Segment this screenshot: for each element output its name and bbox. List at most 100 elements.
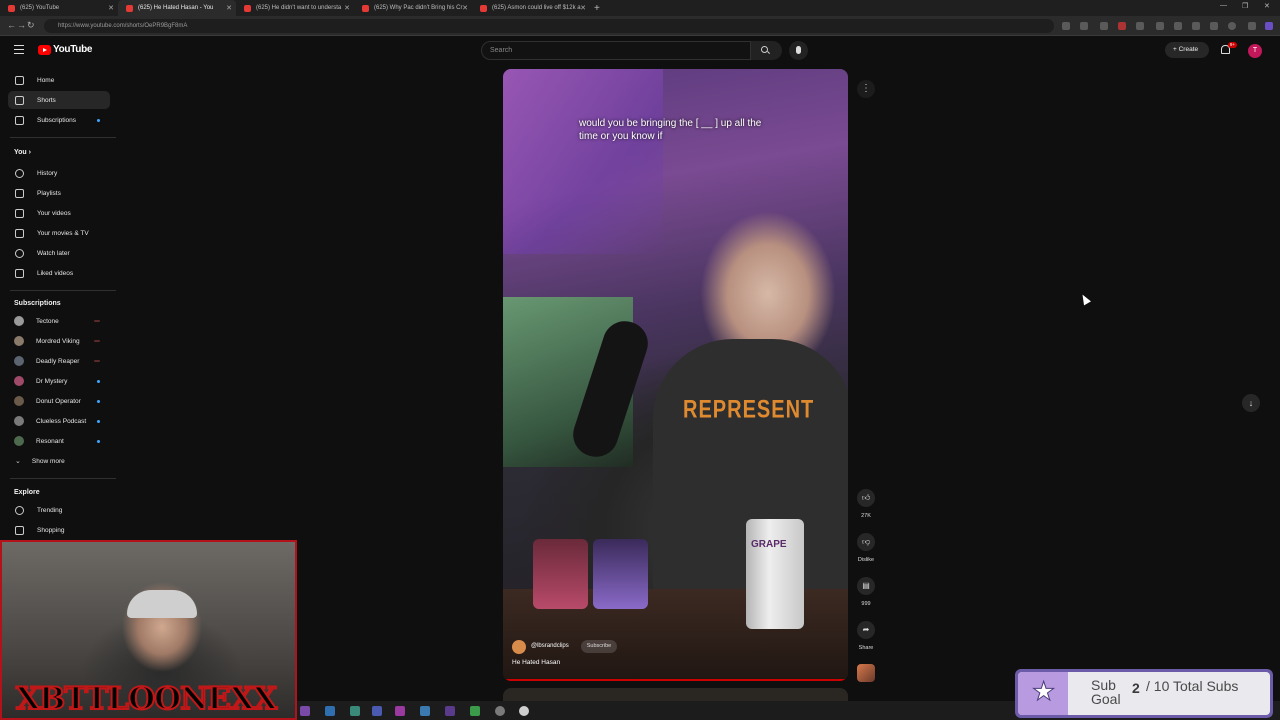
search-icon xyxy=(761,46,768,53)
streamer-webcam-overlay: XBTTLOONEXX xyxy=(0,540,297,720)
sidebar-item-label: Shorts xyxy=(37,96,56,104)
sidebar-item-home[interactable]: Home xyxy=(8,71,110,89)
close-tab-icon[interactable]: ✕ xyxy=(462,4,468,12)
sidebar-item-shorts[interactable]: Shorts xyxy=(8,91,110,109)
back-icon[interactable]: ← xyxy=(7,20,16,30)
sidebar-item-trending[interactable]: Trending xyxy=(8,501,110,519)
favorites-icon[interactable] xyxy=(1174,22,1182,30)
sidebar-item-watch-later[interactable]: Watch later xyxy=(8,244,110,262)
star-icon: ★ xyxy=(1031,676,1056,706)
close-tab-icon[interactable]: ✕ xyxy=(580,4,586,12)
minimize-icon[interactable]: — xyxy=(1220,2,1227,9)
sidebar-item-label: Your movies & TV xyxy=(37,229,89,237)
audio-track-thumbnail[interactable] xyxy=(857,664,875,682)
sidebar-divider xyxy=(10,137,116,138)
close-tab-icon[interactable]: ✕ xyxy=(226,4,232,12)
share-button[interactable]: ➦ xyxy=(857,621,875,639)
close-window-icon[interactable]: ✕ xyxy=(1264,2,1270,10)
subscription-channel[interactable]: Resonant xyxy=(8,432,110,450)
you-heading[interactable]: You › xyxy=(14,149,31,156)
copilot-icon[interactable] xyxy=(1265,22,1273,30)
browser-tab[interactable]: (625) He didn't want to understa ✕ xyxy=(236,0,354,16)
app-icon[interactable] xyxy=(470,706,480,716)
subscription-channel[interactable]: Tectone xyxy=(8,312,110,330)
share-label: Share xyxy=(858,645,874,651)
app-icon[interactable] xyxy=(325,706,335,716)
youtube-logo-icon[interactable] xyxy=(38,45,51,55)
explore-heading: Explore xyxy=(14,489,40,496)
youtube-logo-text[interactable]: YouTube xyxy=(53,44,93,55)
sidebar-item-label: Shopping xyxy=(37,526,65,534)
history-icon[interactable] xyxy=(1192,22,1200,30)
app-icon[interactable] xyxy=(372,706,382,716)
browser-tab[interactable]: (625) YouTube ✕ xyxy=(0,0,118,16)
browser-tab-bar: (625) YouTube ✕ (625) He Hated Hasan - Yo… xyxy=(0,0,1280,16)
app-icon[interactable] xyxy=(445,706,455,716)
sidebar-item-movies[interactable]: Your movies & TV xyxy=(8,224,110,242)
search-input[interactable]: Search xyxy=(481,41,776,60)
sidebar-item-shopping[interactable]: Shopping xyxy=(8,521,110,539)
subscription-channel[interactable]: Deadly Reaper xyxy=(8,352,110,370)
show-more-button[interactable]: ⌄ Show more xyxy=(8,452,110,470)
sidebar-item-subscriptions[interactable]: Subscriptions xyxy=(8,111,110,129)
voice-search-mic-icon[interactable] xyxy=(789,41,808,60)
tab-title: (625) YouTube xyxy=(20,5,60,11)
browser-tab[interactable]: (625) Why Pac didn't Bring his Cr ✕ xyxy=(354,0,472,16)
extension-icon[interactable] xyxy=(1210,22,1218,30)
sidebar-item-label: Playlists xyxy=(37,189,61,197)
app-icon[interactable] xyxy=(350,706,360,716)
settings-icon[interactable] xyxy=(495,706,505,716)
sidebar-item-liked-videos[interactable]: Liked videos xyxy=(8,264,110,282)
new-content-dot xyxy=(97,399,100,403)
subscription-channel[interactable]: Donut Operator xyxy=(8,392,110,410)
address-bar[interactable]: https://www.youtube.com/shorts/OePR9BgF8… xyxy=(44,19,1054,33)
channel-avatar[interactable] xyxy=(512,640,526,654)
extension-icon[interactable] xyxy=(1100,22,1108,30)
comment-icon: ▤ xyxy=(862,581,870,590)
subscribe-button[interactable]: Subscribe xyxy=(581,640,617,653)
menu-dots-icon[interactable] xyxy=(1248,22,1256,30)
extension-icon[interactable] xyxy=(1156,22,1164,30)
sidebar-item-history[interactable]: History xyxy=(8,164,110,182)
comments-button[interactable]: ▤ xyxy=(857,577,875,595)
browser-tab[interactable]: (625) Asmon could live off $12k a ✕ xyxy=(472,0,590,16)
playback-progress-bar[interactable] xyxy=(503,679,848,681)
close-tab-icon[interactable]: ✕ xyxy=(108,4,114,12)
hamburger-menu-icon[interactable] xyxy=(14,45,24,54)
app-icon[interactable] xyxy=(420,706,430,716)
app-icon[interactable] xyxy=(395,706,405,716)
shorts-video-player[interactable]: REPRESENT GRAPE would you be bringing th… xyxy=(503,69,848,681)
bookmark-star-icon[interactable] xyxy=(1080,22,1088,30)
extension-icon[interactable] xyxy=(1118,22,1126,30)
like-button[interactable]: 👍︎ xyxy=(857,489,875,507)
sidebar-item-your-videos[interactable]: Your videos xyxy=(8,204,110,222)
app-icon[interactable] xyxy=(300,706,310,716)
subscription-channel[interactable]: Dr Mystery xyxy=(8,372,110,390)
create-button[interactable]: + Create xyxy=(1165,42,1209,58)
close-tab-icon[interactable]: ✕ xyxy=(344,4,350,12)
dislike-button[interactable]: 👎︎ xyxy=(857,533,875,551)
more-options-icon[interactable]: ⋮ xyxy=(857,80,875,98)
webcam-streamer-name: XBTTLOONEXX xyxy=(15,680,278,718)
maximize-icon[interactable]: ❐ xyxy=(1242,2,1248,10)
channel-handle[interactable]: @lbsrandclips xyxy=(531,643,569,649)
browser-tab-active[interactable]: (625) He Hated Hasan - You ✕ xyxy=(118,0,236,16)
history-icon xyxy=(15,168,24,178)
subscription-channel[interactable]: Clueless Podcast xyxy=(8,412,110,430)
account-avatar[interactable]: T xyxy=(1248,44,1262,58)
sidebar-item-playlists[interactable]: Playlists xyxy=(8,184,110,202)
sidebar-item-label: Your videos xyxy=(37,209,71,217)
next-short-arrow-icon[interactable]: ↓ xyxy=(1242,394,1260,412)
sub-goal-total: / 10 Total Subs xyxy=(1146,678,1239,694)
profile-icon[interactable] xyxy=(1228,22,1236,30)
app-icon[interactable] xyxy=(519,706,529,716)
reload-icon[interactable]: ↻ xyxy=(27,20,35,31)
subscription-channel[interactable]: Mordred Viking xyxy=(8,332,110,350)
forward-icon[interactable]: → xyxy=(17,20,26,30)
new-tab-button[interactable]: + xyxy=(594,3,600,14)
extension-icon[interactable] xyxy=(1136,22,1144,30)
extension-icon[interactable] xyxy=(1062,22,1070,30)
sidebar-item-label: Deadly Reaper xyxy=(36,357,80,365)
shorts-icon xyxy=(15,95,24,105)
sub-goal-label: Sub Goal xyxy=(1091,677,1121,707)
